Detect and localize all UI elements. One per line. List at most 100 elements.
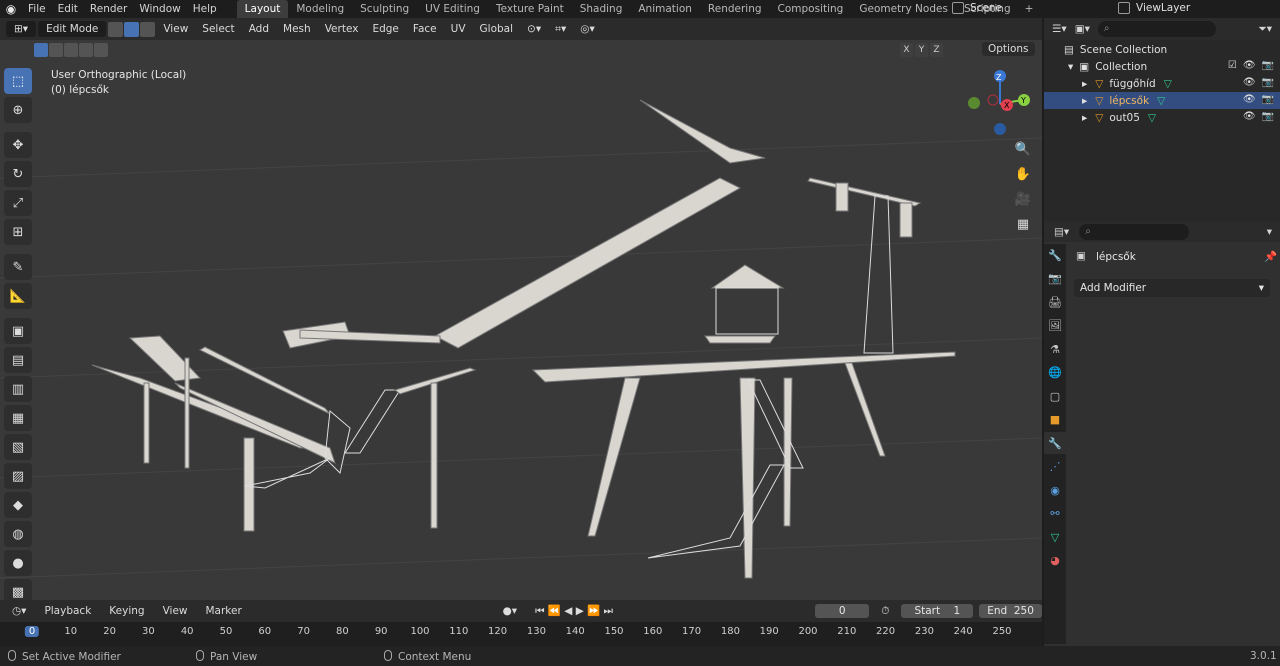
mode-dropdown[interactable]: Edit Mode bbox=[38, 21, 107, 37]
outliner-item-lepcsok[interactable]: ▸ ▽ lépcsők ▽ 👁 📷 bbox=[1044, 92, 1280, 109]
frame-tick[interactable]: 80 bbox=[336, 626, 349, 637]
menu-file[interactable]: File bbox=[22, 0, 52, 18]
expand-arrow-icon[interactable]: ▸ bbox=[1082, 78, 1087, 90]
frame-tick[interactable]: 50 bbox=[220, 626, 233, 637]
select-intersect-icon[interactable] bbox=[94, 43, 108, 57]
camera-render-icon[interactable]: 📷 bbox=[1262, 94, 1274, 105]
clock-icon[interactable]: ⏱ bbox=[875, 603, 895, 620]
select-invert-icon[interactable] bbox=[79, 43, 93, 57]
menu-marker[interactable]: Marker bbox=[200, 603, 248, 619]
modifier-tab-icon[interactable]: 🔧 bbox=[1044, 432, 1066, 454]
rotate-tool-icon[interactable]: ↻ bbox=[4, 161, 32, 187]
tool-tab-icon[interactable]: 🔧 bbox=[1044, 244, 1066, 266]
camera-render-icon[interactable]: 📷 bbox=[1262, 60, 1274, 71]
particles-tab-icon[interactable]: ⋰ bbox=[1044, 456, 1066, 478]
output-tab-icon[interactable]: 🖨 bbox=[1044, 291, 1066, 313]
add-cube-tool-icon[interactable]: ▣ bbox=[4, 318, 32, 344]
menu-face[interactable]: Face bbox=[407, 21, 443, 37]
expand-arrow-icon[interactable]: ▸ bbox=[1082, 95, 1087, 107]
edge-select-icon[interactable] bbox=[124, 21, 140, 37]
smooth-tool-icon[interactable]: ● bbox=[4, 550, 32, 576]
view-layer-name[interactable]: ViewLayer bbox=[1136, 2, 1190, 14]
frame-tick[interactable]: 20 bbox=[103, 626, 116, 637]
tab-animation[interactable]: Animation bbox=[630, 0, 700, 18]
frame-tick[interactable]: 110 bbox=[449, 626, 468, 637]
tab-rendering[interactable]: Rendering bbox=[700, 0, 770, 18]
world-tab-icon[interactable]: 🌐 bbox=[1044, 362, 1066, 384]
tab-shading[interactable]: Shading bbox=[572, 0, 631, 18]
vertex-select-icon[interactable] bbox=[108, 21, 124, 37]
mesh-wireframe[interactable] bbox=[91, 99, 956, 579]
menu-vertex[interactable]: Vertex bbox=[319, 21, 365, 37]
select-new-icon[interactable] bbox=[34, 43, 48, 57]
axis-x-button[interactable]: X bbox=[900, 43, 913, 57]
eye-icon[interactable]: 👁 bbox=[1243, 60, 1256, 71]
outliner-collection[interactable]: ▾ ▣ Collection ☑ 👁 📷 bbox=[1044, 58, 1280, 75]
menu-render[interactable]: Render bbox=[84, 0, 133, 18]
checkbox-icon[interactable]: ☑ bbox=[1228, 60, 1237, 71]
pivot-icon[interactable]: ⊙▾ bbox=[521, 21, 547, 37]
frame-tick[interactable]: 30 bbox=[142, 626, 155, 637]
menu-window[interactable]: Window bbox=[133, 0, 186, 18]
frame-tick[interactable]: 140 bbox=[566, 626, 585, 637]
scene-selector[interactable]: Scene bbox=[952, 0, 1112, 16]
zoom-icon[interactable]: 🔍 bbox=[1012, 138, 1034, 160]
selection-mode-buttons[interactable] bbox=[34, 43, 108, 57]
tab-texture-paint[interactable]: Texture Paint bbox=[488, 0, 572, 18]
scale-tool-icon[interactable]: ⤢ bbox=[4, 190, 32, 216]
tab-sculpting[interactable]: Sculpting bbox=[352, 0, 417, 18]
menu-playback[interactable]: Playback bbox=[38, 603, 97, 619]
mesh-data-icon[interactable]: ▽ bbox=[1148, 112, 1156, 124]
menu-mesh[interactable]: Mesh bbox=[277, 21, 317, 37]
filter-icon[interactable]: ⏷▾ bbox=[1258, 23, 1272, 36]
menu-help[interactable]: Help bbox=[187, 0, 223, 18]
eye-icon[interactable]: 👁 bbox=[1243, 77, 1256, 88]
tab-modeling[interactable]: Modeling bbox=[288, 0, 352, 18]
outliner-item-out05[interactable]: ▸ ▽ out05 ▽ 👁 📷 bbox=[1044, 109, 1280, 126]
axis-z-button[interactable]: Z bbox=[930, 43, 943, 57]
start-frame-field[interactable]: Start 1 bbox=[901, 604, 974, 618]
pan-hand-icon[interactable]: ✋ bbox=[1012, 163, 1034, 185]
frame-tick[interactable]: 90 bbox=[375, 626, 388, 637]
frame-tick[interactable]: 60 bbox=[258, 626, 271, 637]
material-tab-icon[interactable]: ◕ bbox=[1044, 550, 1066, 572]
face-select-icon[interactable] bbox=[140, 21, 156, 37]
frame-tick[interactable]: 0 bbox=[24, 626, 40, 637]
loop-cut-tool-icon[interactable]: ▧ bbox=[4, 434, 32, 460]
axis-y-button[interactable]: Y bbox=[915, 43, 928, 57]
playback-controls-icon[interactable]: ⏮ ⏪ ◀ ▶ ⏩ ⏭ bbox=[529, 602, 619, 620]
blender-logo-icon[interactable]: ◉ bbox=[0, 2, 22, 16]
frame-tick[interactable]: 230 bbox=[915, 626, 934, 637]
expand-chevron-icon[interactable]: ▾ bbox=[1068, 61, 1073, 73]
frame-tick[interactable]: 100 bbox=[410, 626, 429, 637]
menu-uv[interactable]: UV bbox=[445, 21, 472, 37]
frame-tick[interactable]: 240 bbox=[954, 626, 973, 637]
frame-ruler[interactable]: 0 10 20 30 40 50 60 70 80 90 100 110 120 130 140 150 160… bbox=[0, 622, 1042, 646]
options-button[interactable]: Options bbox=[982, 42, 1035, 56]
properties-search-input[interactable]: ⌕ bbox=[1079, 224, 1190, 240]
3d-viewport[interactable]: ⊞▾ Edit Mode View Select Add Mesh Vertex… bbox=[0, 18, 1042, 600]
mesh-data-icon[interactable]: ▽ bbox=[1157, 95, 1165, 107]
gizmo-neg-x-icon[interactable] bbox=[987, 94, 999, 106]
measure-tool-icon[interactable]: 📐 bbox=[4, 283, 32, 309]
constraints-tab-icon[interactable]: ⚯ bbox=[1044, 503, 1066, 525]
menu-edge[interactable]: Edge bbox=[366, 21, 404, 37]
frame-tick[interactable]: 210 bbox=[837, 626, 856, 637]
eye-icon[interactable]: 👁 bbox=[1243, 94, 1256, 105]
extrude-tool-icon[interactable]: ▤ bbox=[4, 347, 32, 373]
cursor-tool-icon[interactable]: ⊕ bbox=[4, 97, 32, 123]
scene-name[interactable]: Scene bbox=[970, 2, 1002, 14]
end-frame-field[interactable]: End 250 bbox=[979, 604, 1042, 618]
tab-layout[interactable]: Layout bbox=[236, 0, 289, 18]
spin-tool-icon[interactable]: ◍ bbox=[4, 521, 32, 547]
menu-edit[interactable]: Edit bbox=[52, 0, 84, 18]
frame-tick[interactable]: 220 bbox=[876, 626, 895, 637]
frame-tick[interactable]: 40 bbox=[181, 626, 194, 637]
view-layer-selector[interactable]: ViewLayer bbox=[1118, 0, 1280, 16]
properties-options-icon[interactable]: ▾ bbox=[1267, 226, 1272, 238]
proportional-edit-icon[interactable]: ◎▾ bbox=[574, 21, 600, 37]
frame-tick[interactable]: 130 bbox=[527, 626, 546, 637]
menu-add[interactable]: Add bbox=[243, 21, 275, 37]
select-mode-buttons[interactable] bbox=[108, 21, 156, 37]
select-extend-icon[interactable] bbox=[49, 43, 63, 57]
